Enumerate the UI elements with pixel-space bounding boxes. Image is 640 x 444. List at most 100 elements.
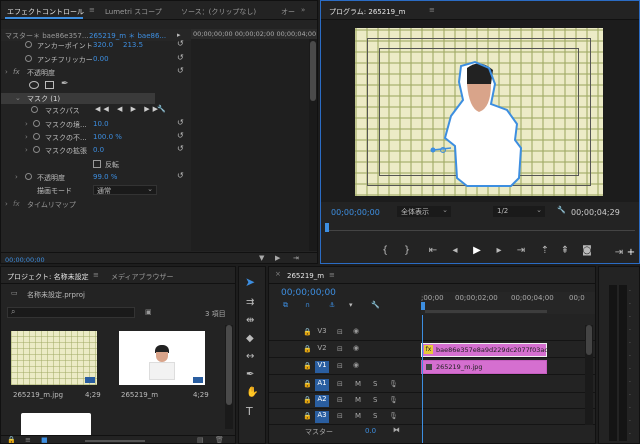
- expand-chevron-icon[interactable]: ›: [25, 146, 28, 154]
- stopwatch-icon[interactable]: [31, 106, 38, 115]
- razor-tool-icon[interactable]: ◆: [246, 333, 254, 344]
- go-to-in-icon[interactable]: ⇤: [425, 243, 441, 259]
- program-viewer[interactable]: [321, 20, 639, 202]
- collapse-chevron-icon[interactable]: ⌄: [15, 94, 21, 102]
- rectangle-mask-icon[interactable]: [45, 81, 54, 89]
- lock-icon[interactable]: 🔒: [303, 396, 312, 404]
- eye-icon[interactable]: ◉: [353, 344, 359, 352]
- stopwatch-icon[interactable]: [25, 173, 32, 182]
- ec-time-ruler[interactable]: 00;00;00;00 00;00;02;00 00;00;04;00: [191, 29, 317, 39]
- program-image[interactable]: [355, 28, 603, 196]
- expand-chevron-icon[interactable]: ›: [25, 133, 28, 141]
- microphone-icon[interactable]: 🎙: [389, 380, 398, 388]
- slip-tool-icon[interactable]: ↔: [246, 351, 254, 362]
- trash-icon[interactable]: 🗑: [215, 436, 224, 443]
- tab-lumetri-scopes[interactable]: Lumetri スコープ: [105, 7, 162, 17]
- reset-icon[interactable]: ↺: [177, 172, 185, 180]
- mask-opacity-value[interactable]: 100.0 %: [93, 133, 122, 141]
- ellipse-mask-icon[interactable]: [29, 81, 39, 89]
- mark-in-icon[interactable]: {: [377, 243, 393, 259]
- lock-icon[interactable]: 🔒: [303, 362, 312, 370]
- mask-overlay[interactable]: [355, 28, 603, 196]
- expand-chevron-icon[interactable]: ›: [15, 173, 18, 181]
- new-item-icon[interactable]: ▤: [197, 436, 204, 443]
- play-triangle-icon[interactable]: ▸: [177, 31, 181, 39]
- wrench-icon[interactable]: 🔧: [157, 105, 166, 113]
- track-v3[interactable]: 🔒 V3 ⊟ ◉: [269, 325, 595, 341]
- pen-tool-icon[interactable]: ✒: [246, 369, 254, 380]
- eye-icon[interactable]: ◉: [353, 361, 359, 369]
- project-item-thumbnail[interactable]: [11, 331, 97, 385]
- reset-icon[interactable]: ↺: [177, 40, 185, 48]
- stopwatch-icon[interactable]: [25, 55, 32, 64]
- close-icon[interactable]: ×: [275, 270, 281, 278]
- sync-lock-icon[interactable]: ⊟: [337, 380, 343, 388]
- microphone-icon[interactable]: 🎙: [389, 412, 398, 420]
- stopwatch-icon[interactable]: [33, 120, 40, 129]
- invert-checkbox[interactable]: [93, 160, 101, 168]
- reset-icon[interactable]: ↺: [177, 54, 185, 62]
- expand-chevron-icon[interactable]: ›: [5, 68, 8, 76]
- track-name[interactable]: A1: [315, 379, 329, 391]
- sync-lock-icon[interactable]: ⊟: [337, 345, 343, 353]
- lock-icon[interactable]: 🔒: [303, 412, 312, 420]
- tab-project[interactable]: プロジェクト: 名称未設定: [7, 272, 89, 282]
- stopwatch-icon[interactable]: [25, 41, 32, 50]
- blend-mode-select[interactable]: 通常 ⌄: [93, 185, 157, 195]
- nest-icon[interactable]: ⧉: [283, 301, 288, 310]
- fx-icon[interactable]: fx: [13, 68, 20, 76]
- ripple-edit-tool-icon[interactable]: ⇹: [246, 315, 254, 326]
- mask-expansion-value[interactable]: 0.0: [93, 146, 104, 154]
- more-tabs-icon[interactable]: »: [301, 6, 305, 14]
- menu-icon[interactable]: ≡: [89, 6, 95, 14]
- project-scrollbar[interactable]: [225, 325, 233, 429]
- timeline-playhead-head[interactable]: [421, 302, 425, 310]
- tab-audio[interactable]: オー: [281, 7, 295, 17]
- menu-icon[interactable]: ≡: [329, 271, 335, 279]
- camera-icon[interactable]: ◙: [579, 243, 595, 259]
- step-forward-icon[interactable]: ▸: [491, 243, 507, 259]
- program-timecode[interactable]: 00;00;00;00: [331, 208, 380, 217]
- track-a2[interactable]: 🔒 A2 ⊟ M S 🎙: [269, 393, 595, 409]
- mute-button[interactable]: M: [355, 396, 361, 404]
- track-a3[interactable]: 🔒 A3 ⊟ M S 🎙: [269, 409, 595, 425]
- track-name[interactable]: A3: [315, 411, 329, 423]
- master-volume[interactable]: 0.0: [365, 427, 376, 435]
- selection-tool-icon[interactable]: ➤: [245, 275, 259, 289]
- expand-chevron-icon[interactable]: ›: [5, 200, 8, 208]
- hand-tool-icon[interactable]: ✋: [246, 387, 258, 398]
- step-back-icon[interactable]: ◂: [447, 243, 463, 259]
- play-icon[interactable]: ▶: [469, 243, 485, 259]
- expand-chevron-icon[interactable]: ›: [25, 120, 28, 128]
- tab-program[interactable]: プログラム: 265219_m: [329, 7, 405, 17]
- sync-lock-icon[interactable]: ⊟: [337, 412, 343, 420]
- reset-icon[interactable]: ↺: [177, 119, 185, 127]
- mute-button[interactable]: M: [355, 412, 361, 420]
- track-select-tool-icon[interactable]: ⇉: [246, 297, 254, 308]
- stopwatch-icon[interactable]: [33, 133, 40, 142]
- sync-lock-icon[interactable]: ⊟: [337, 328, 343, 336]
- snap-icon[interactable]: ∩: [305, 301, 310, 309]
- reset-icon[interactable]: ↺: [177, 67, 185, 75]
- add-button-icon[interactable]: +: [623, 245, 639, 261]
- resolution-select[interactable]: 1/2 ⌄: [493, 206, 545, 217]
- timeline-timecode[interactable]: 00;00;00;00: [281, 288, 336, 298]
- lock-icon[interactable]: 🔒: [303, 345, 312, 353]
- work-area-bar[interactable]: [425, 310, 547, 313]
- time-remap-row[interactable]: › fx タイムリマップ: [1, 199, 191, 210]
- timeline-ruler[interactable]: ;00;00 00;00;02;00 00;00;04;00 00;0: [421, 292, 595, 314]
- ec-keyframe-area[interactable]: [191, 39, 309, 251]
- timeline-playhead-line[interactable]: [422, 315, 423, 443]
- track-mask-controls[interactable]: ◀◀ ◀ ▶ ▶▶: [95, 105, 161, 113]
- wrench-icon[interactable]: 🔧: [557, 206, 566, 214]
- tab-effect-controls[interactable]: エフェクトコントロール: [7, 7, 84, 17]
- mask-row[interactable]: ⌄ マスク (1): [1, 93, 155, 104]
- search-input[interactable]: ⌕: [7, 307, 135, 318]
- track-name[interactable]: A2: [315, 395, 329, 407]
- add-marker-icon[interactable]: ▾: [349, 301, 353, 309]
- lock-icon[interactable]: 🔒: [303, 328, 312, 336]
- zoom-slider[interactable]: [85, 440, 145, 442]
- solo-button[interactable]: S: [373, 412, 377, 420]
- tab-sequence[interactable]: 265219_m: [287, 272, 324, 280]
- linked-selection-icon[interactable]: ⚓: [329, 301, 335, 309]
